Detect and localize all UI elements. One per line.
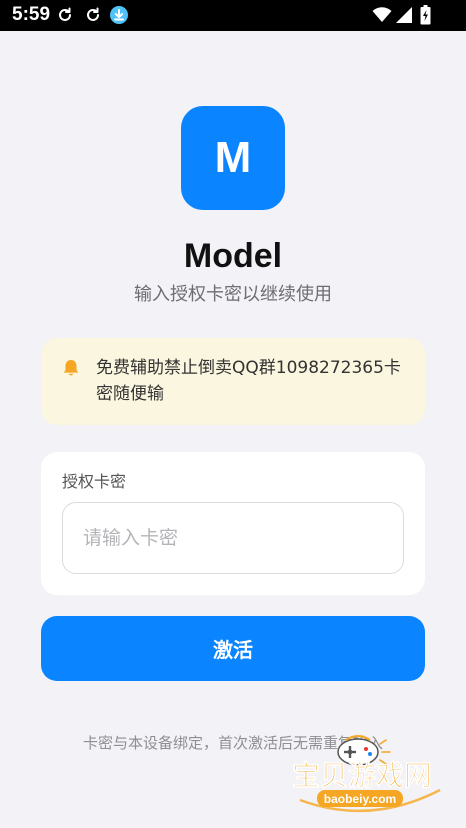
license-key-input[interactable] — [62, 502, 404, 574]
notice-banner: 免费辅助禁止倒卖QQ群1098272365卡密随便输 — [41, 338, 425, 425]
refresh-icon — [87, 7, 99, 21]
activate-button[interactable]: 激活 — [41, 616, 425, 681]
signal-icon — [396, 7, 412, 23]
wifi-icon — [372, 7, 392, 22]
watermark-logo: 宝贝游戏网 baobeiy.com — [292, 735, 441, 813]
license-field-label: 授权卡密 — [62, 472, 127, 491]
watermark-text: 宝贝游戏网 — [292, 759, 432, 792]
battery-charging-icon — [420, 5, 431, 25]
notice-text: 免费辅助禁止倒卖QQ群1098272365卡密随便输 — [96, 358, 401, 404]
app-subtitle: 输入授权卡密以继续使用 — [134, 284, 332, 305]
license-card: 授权卡密 — [41, 452, 425, 595]
logo-letter: M — [214, 133, 252, 182]
status-bar: 5:59 — [0, 0, 466, 31]
app-title: Model — [183, 237, 283, 275]
app-logo: M — [181, 106, 285, 210]
watermark-url: baobeiy.com — [324, 792, 396, 806]
bell-icon — [63, 360, 79, 376]
status-time: 5:59 — [12, 4, 51, 25]
download-icon — [110, 6, 128, 24]
refresh-icon — [59, 7, 71, 21]
